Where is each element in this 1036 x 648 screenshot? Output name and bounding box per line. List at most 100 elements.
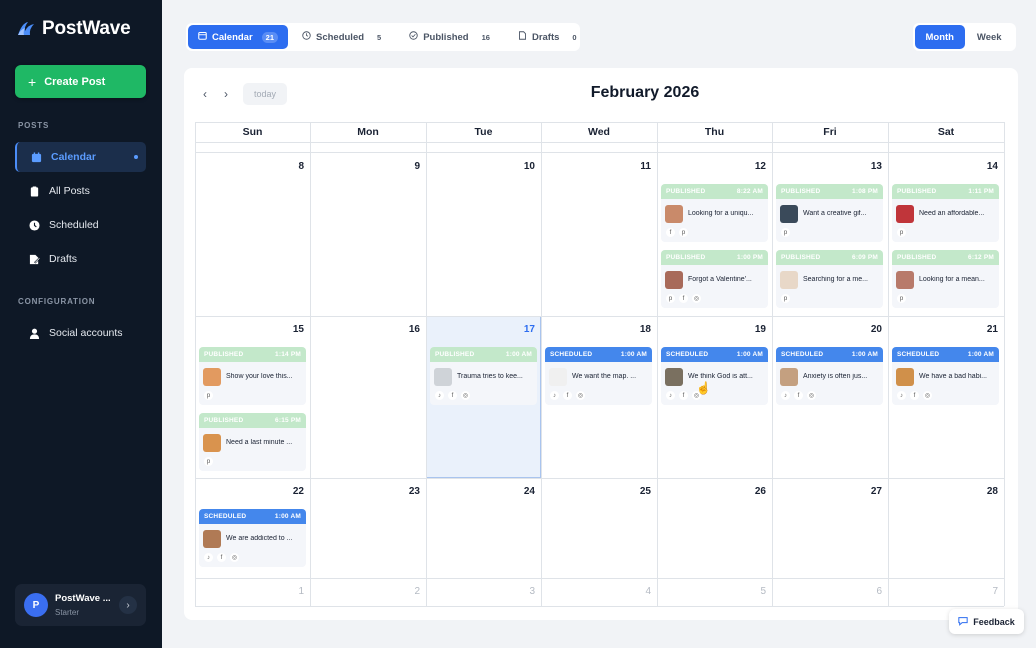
- day-number[interactable]: 12: [726, 161, 766, 172]
- next-month-button[interactable]: ›: [219, 84, 233, 104]
- weekday-header: Tue: [474, 126, 493, 138]
- post-caption: Forgot a Valentine'...: [688, 276, 752, 283]
- post-card[interactable]: PUBLISHED 6:09 PM Searching for a me... p: [776, 250, 883, 308]
- sidebar-item-label: All Posts: [49, 185, 90, 197]
- facebook-icon: f: [794, 391, 803, 400]
- day-number[interactable]: 27: [842, 486, 882, 497]
- day-number[interactable]: 1: [264, 586, 304, 597]
- post-time: 6:12 PM: [968, 254, 994, 261]
- day-number[interactable]: 14: [958, 161, 998, 172]
- day-number[interactable]: 2: [380, 586, 420, 597]
- day-number[interactable]: 21: [958, 324, 998, 335]
- tab-drafts[interactable]: Drafts 0: [508, 25, 591, 49]
- post-time: 1:11 PM: [968, 188, 994, 195]
- day-number[interactable]: 17: [495, 324, 535, 335]
- post-card[interactable]: SCHEDULED 1:00 AM We are addicted to ... ♪ f…: [199, 509, 306, 567]
- post-body: Looking for a mean...: [892, 265, 999, 291]
- sidebar-item-label: Drafts: [49, 253, 78, 265]
- tab-calendar[interactable]: Calendar 21: [188, 25, 288, 49]
- post-body: Need an affordable...: [892, 199, 999, 225]
- day-number[interactable]: 3: [495, 586, 535, 597]
- pinterest-icon: p: [781, 294, 790, 303]
- tab-count: 21: [261, 31, 278, 43]
- day-number[interactable]: 25: [611, 486, 651, 497]
- post-card[interactable]: SCHEDULED 1:00 AM Anxiety is often jus... ♪…: [776, 347, 883, 405]
- post-platforms: p: [892, 225, 999, 237]
- post-card[interactable]: PUBLISHED 1:00 AM Trauma tries to kee... ♪ f…: [430, 347, 537, 405]
- facebook-icon: f: [679, 294, 688, 303]
- create-post-button[interactable]: + Create Post: [15, 65, 146, 98]
- day-number[interactable]: 6: [842, 586, 882, 597]
- tab-published[interactable]: Published 16: [399, 25, 504, 49]
- post-card[interactable]: PUBLISHED 1:14 PM Show your love this... p: [199, 347, 306, 405]
- post-card[interactable]: SCHEDULED 1:00 AM We think God is att... ♪ f…: [661, 347, 768, 405]
- day-number[interactable]: 7: [958, 586, 998, 597]
- account-card[interactable]: P PostWave ... Starter ›: [15, 584, 146, 626]
- tab-scheduled[interactable]: Scheduled 5: [292, 25, 395, 49]
- post-card[interactable]: SCHEDULED 1:00 AM We have a bad habi... ♪ f ◎: [892, 347, 999, 405]
- logo[interactable]: PostWave: [16, 18, 131, 40]
- day-number[interactable]: 11: [611, 161, 651, 172]
- post-caption: We want the map. ...: [572, 373, 637, 380]
- post-card[interactable]: PUBLISHED 6:12 PM Looking for a mean... p: [892, 250, 999, 308]
- post-status: SCHEDULED: [897, 351, 940, 358]
- day-number[interactable]: 19: [726, 324, 766, 335]
- facebook-icon: f: [910, 391, 919, 400]
- day-number[interactable]: 13: [842, 161, 882, 172]
- post-status: SCHEDULED: [204, 513, 247, 520]
- tab-count: 16: [481, 32, 490, 42]
- grid-line: [541, 122, 542, 606]
- pinterest-icon: p: [666, 294, 675, 303]
- post-status-bar: SCHEDULED 1:00 AM: [199, 509, 306, 524]
- post-thumbnail: [780, 204, 798, 223]
- grid-line: [195, 606, 1004, 607]
- tiktok-icon: ♪: [550, 391, 559, 400]
- prev-month-button[interactable]: ‹: [198, 84, 212, 104]
- facebook-icon: f: [448, 391, 457, 400]
- day-number[interactable]: 16: [380, 324, 420, 335]
- sidebar-item-scheduled[interactable]: Scheduled: [15, 210, 146, 240]
- post-card[interactable]: PUBLISHED 6:15 PM Need a last minute ... p: [199, 413, 306, 471]
- post-time: 1:00 PM: [737, 254, 763, 261]
- day-number[interactable]: 26: [726, 486, 766, 497]
- post-caption: Need a last minute ...: [226, 439, 293, 446]
- sidebar-item-calendar[interactable]: Calendar: [15, 142, 146, 172]
- day-number[interactable]: 8: [264, 161, 304, 172]
- post-status: SCHEDULED: [550, 351, 593, 358]
- sidebar-item-drafts[interactable]: Drafts: [15, 244, 146, 274]
- post-status: PUBLISHED: [897, 254, 937, 261]
- sidebar-item-social-accounts[interactable]: Social accounts: [15, 318, 146, 348]
- post-card[interactable]: PUBLISHED 1:00 PM Forgot a Valentine'... p f…: [661, 250, 768, 308]
- configuration-section-label: CONFIGURATION: [18, 297, 96, 306]
- feedback-button[interactable]: Feedback: [949, 609, 1024, 634]
- day-number[interactable]: 23: [380, 486, 420, 497]
- day-number[interactable]: 28: [958, 486, 998, 497]
- post-platforms: ♪ f ◎: [199, 550, 306, 562]
- day-number[interactable]: 10: [495, 161, 535, 172]
- edit-icon: [28, 253, 40, 265]
- post-time: 1:00 AM: [505, 351, 532, 358]
- day-number[interactable]: 9: [380, 161, 420, 172]
- day-number[interactable]: 15: [264, 324, 304, 335]
- day-number[interactable]: 4: [611, 586, 651, 597]
- post-card[interactable]: PUBLISHED 8:22 AM Looking for a uniqu... f p: [661, 184, 768, 242]
- create-post-label: Create Post: [44, 75, 106, 88]
- day-number[interactable]: 5: [726, 586, 766, 597]
- post-body: Forgot a Valentine'...: [661, 265, 768, 291]
- week-view-button[interactable]: Week: [965, 25, 1015, 49]
- chevron-right-icon[interactable]: ›: [119, 596, 137, 614]
- day-number[interactable]: 18: [611, 324, 651, 335]
- post-card[interactable]: PUBLISHED 1:11 PM Need an affordable... p: [892, 184, 999, 242]
- tiktok-icon: ♪: [435, 391, 444, 400]
- month-view-button[interactable]: Month: [915, 25, 965, 49]
- today-button[interactable]: today: [243, 83, 287, 105]
- post-card[interactable]: PUBLISHED 1:08 PM Want a creative gif... p: [776, 184, 883, 242]
- grid-line: [310, 122, 311, 606]
- post-thumbnail: [896, 367, 914, 386]
- day-number[interactable]: 20: [842, 324, 882, 335]
- day-number[interactable]: 22: [264, 486, 304, 497]
- pinterest-icon: p: [204, 457, 213, 466]
- day-number[interactable]: 24: [495, 486, 535, 497]
- post-card[interactable]: SCHEDULED 1:00 AM We want the map. ... ♪ f ◎: [545, 347, 652, 405]
- sidebar-item-all-posts[interactable]: All Posts: [15, 176, 146, 206]
